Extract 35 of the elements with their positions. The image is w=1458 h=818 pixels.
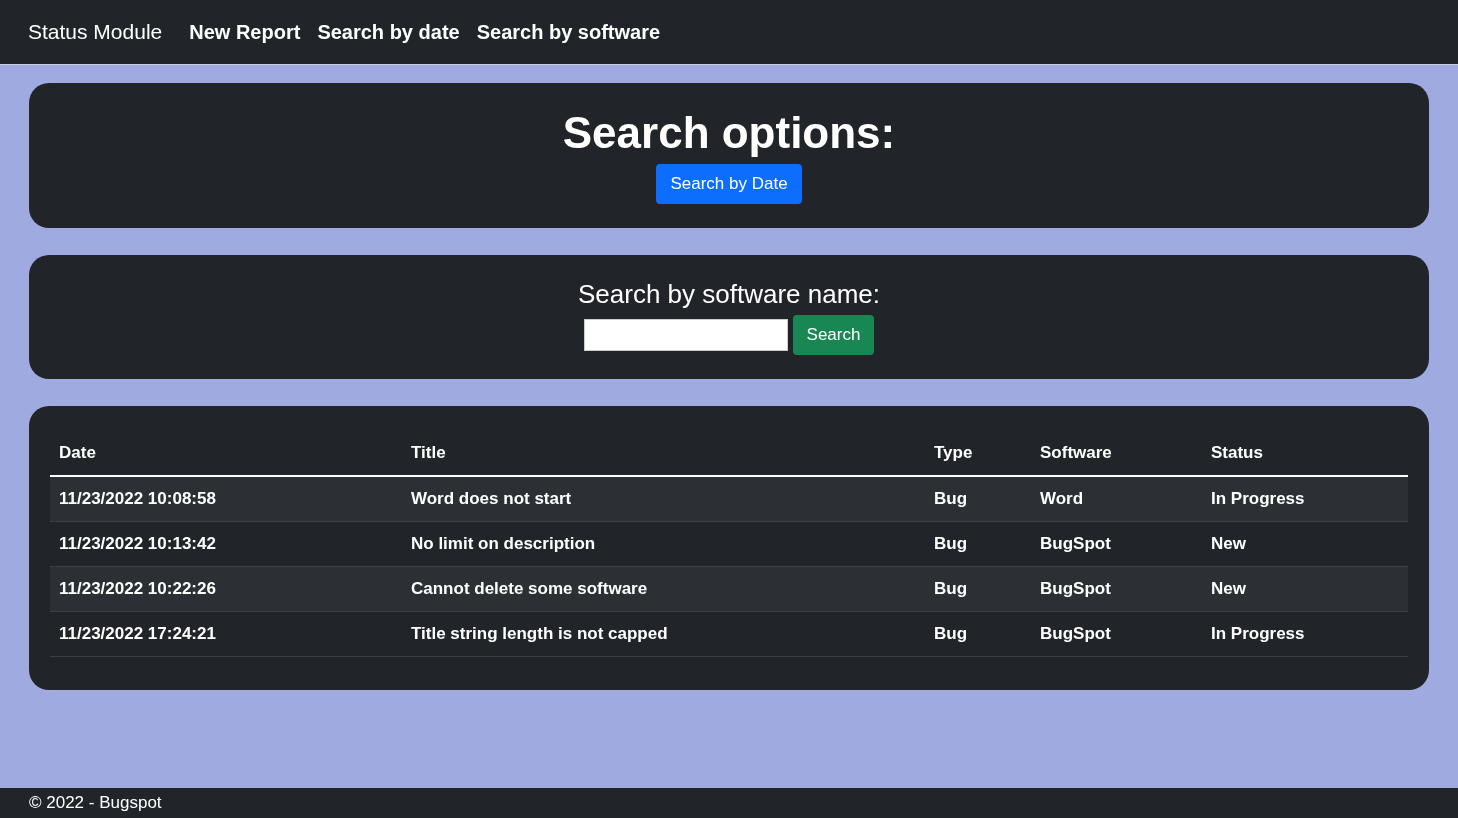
nav-link[interactable]: New Report bbox=[189, 20, 301, 44]
column-header: Type bbox=[925, 427, 1031, 476]
table-cell: New bbox=[1202, 521, 1408, 567]
table-cell: Bug bbox=[925, 611, 1031, 657]
table-cell: Cannot delete some software bbox=[402, 566, 925, 612]
table-cell: BugSpot bbox=[1031, 611, 1202, 657]
section-heading: Search options: bbox=[562, 107, 896, 159]
table-cell: 11/23/2022 10:22:26 bbox=[50, 566, 402, 612]
table-cell: Bug bbox=[925, 521, 1031, 567]
section-heading: Search by software name: bbox=[577, 279, 880, 309]
table-cell: 11/23/2022 17:24:21 bbox=[50, 611, 402, 657]
table-cell: Title string length is not capped bbox=[402, 611, 925, 657]
nav-link[interactable]: Search by date bbox=[317, 20, 460, 44]
nav-link[interactable]: Search by software bbox=[476, 20, 661, 44]
column-header: Status bbox=[1202, 427, 1408, 476]
column-header: Date bbox=[50, 427, 402, 476]
table-cell: New bbox=[1202, 566, 1408, 612]
table-cell: Word bbox=[1031, 476, 1202, 522]
column-header: Title bbox=[402, 427, 925, 476]
search-field[interactable] bbox=[583, 319, 788, 351]
search-button[interactable]: Search bbox=[792, 315, 875, 355]
table-cell: Word does not start bbox=[402, 476, 925, 522]
table-cell: BugSpot bbox=[1031, 566, 1202, 612]
table-cell: 11/23/2022 10:13:42 bbox=[50, 521, 402, 567]
column-header: Software bbox=[1031, 427, 1202, 476]
table-cell: Bug bbox=[925, 566, 1031, 612]
table-cell: Bug bbox=[925, 476, 1031, 522]
table-cell: No limit on description bbox=[402, 521, 925, 567]
footer-text: © 2022 - Bugspot bbox=[29, 793, 162, 813]
brand-link[interactable]: Status Module bbox=[28, 20, 163, 44]
table-cell: 11/23/2022 10:08:58 bbox=[50, 476, 402, 522]
table-cell: In Progress bbox=[1202, 476, 1408, 522]
search-by-date-button[interactable]: Search by Date bbox=[656, 164, 802, 204]
table-cell: BugSpot bbox=[1031, 521, 1202, 567]
table-cell: In Progress bbox=[1202, 611, 1408, 657]
